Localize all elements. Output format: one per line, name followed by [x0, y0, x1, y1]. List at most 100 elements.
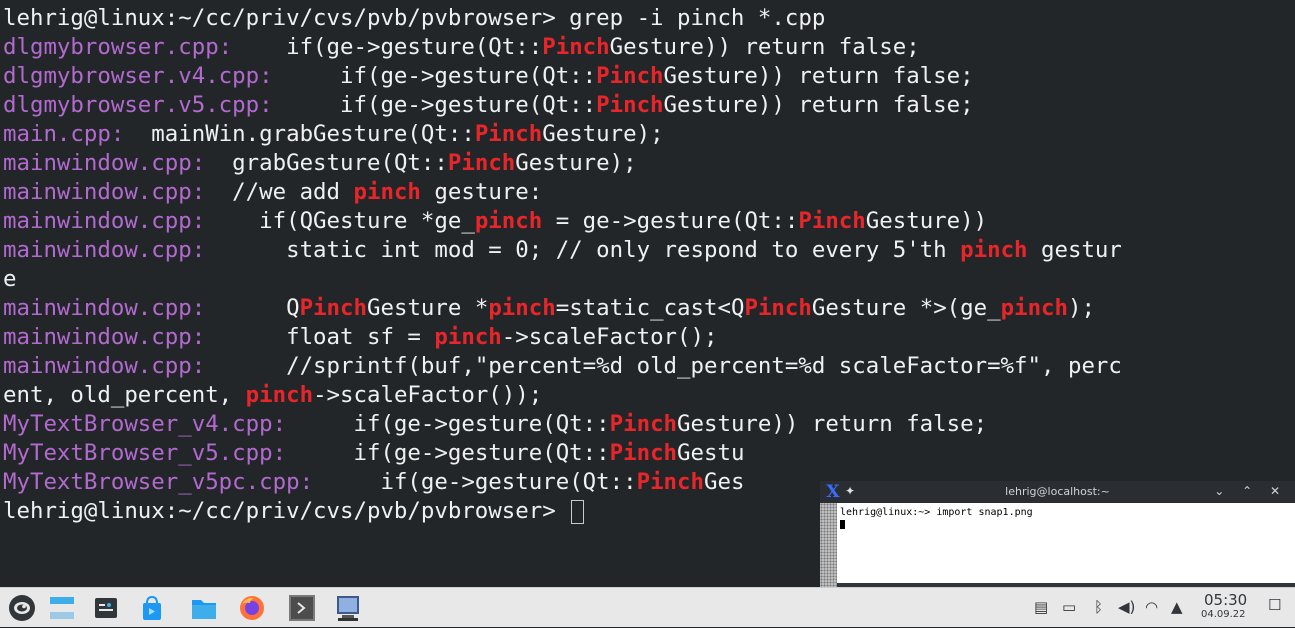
line-text: ); — [1068, 295, 1095, 321]
taskbar: ▤ ▭ ᛒ ◀) ◠ ▲ 05:30 04.09.22 ☐ — [0, 587, 1295, 627]
line-text: Ges — [704, 469, 745, 495]
terminal-line: ent, old_percent, pinch->scaleFactor()); — [3, 381, 1122, 410]
file-name: mainwindow.cpp: — [3, 237, 206, 263]
line-text: lehrig@linux:~/cc/priv/cvs/pvb/pvbrowser… — [3, 498, 570, 524]
terminal-line: mainwindow.cpp: //we add pinch gesture: — [3, 178, 1122, 207]
terminal-line: main.cpp: mainWin.grabGesture(Qt::PinchG… — [3, 120, 1122, 149]
clock-time[interactable]: 05:30 — [1204, 591, 1247, 609]
file-name: mainwindow.cpp: — [3, 208, 206, 234]
line-text: float sf = — [205, 324, 435, 350]
show-desktop-icon[interactable]: ☐ — [1268, 596, 1281, 614]
terminal-line: dlgmybrowser.v5.cpp: if(ge->gesture(Qt::… — [3, 91, 1122, 120]
line-text: Gesture); — [515, 150, 637, 176]
match-highlight: pinch — [960, 237, 1028, 263]
file-name: dlgmybrowser.v4.cpp: — [3, 63, 273, 89]
file-manager-icon[interactable] — [190, 594, 218, 622]
line-text: ent, old_percent, — [3, 382, 246, 408]
terminal-line: mainwindow.cpp: if(QGesture *ge_pinch = … — [3, 207, 1122, 236]
expand-tray-icon[interactable]: ▲ — [1171, 598, 1183, 616]
line-text: =static_cast<Q — [555, 295, 745, 321]
line-text: Gestu — [677, 440, 745, 466]
konsole-icon[interactable] — [288, 594, 316, 622]
match-highlight: pinch — [1000, 295, 1069, 321]
terminal-window-icon[interactable] — [334, 594, 362, 622]
match-highlight: pinch — [488, 295, 556, 321]
line-text: if(ge->gesture(Qt:: — [286, 440, 610, 466]
bluetooth-icon[interactable]: ᛒ — [1094, 598, 1103, 616]
match-highlight: Pinch — [299, 295, 367, 321]
match-highlight: Pinch — [609, 440, 678, 466]
terminal-line: mainwindow.cpp: grabGesture(Qt::PinchGes… — [3, 149, 1122, 178]
file-name: dlgmybrowser.cpp: — [3, 34, 233, 60]
line-text: //we add — [205, 179, 354, 205]
terminal-line: mainwindow.cpp: static int mod = 0; // o… — [3, 236, 1122, 265]
line-text: if(ge->gesture(Qt:: — [272, 63, 597, 89]
line-text: Q — [205, 295, 300, 321]
battery-icon[interactable]: ▭ — [1062, 598, 1076, 616]
xterm-body[interactable]: lehrig@linux:~> import snap1.png — [837, 503, 1295, 583]
xterm-command-line: lehrig@linux:~> import snap1.png — [840, 507, 1033, 518]
line-text: Gesture)) return false; — [609, 34, 920, 60]
desktop-pager-icon[interactable] — [48, 594, 76, 622]
file-name: mainwindow.cpp: — [3, 295, 206, 321]
line-text: mainWin.grabGesture(Qt:: — [124, 121, 475, 147]
terminal-line: mainwindow.cpp: QPinchGesture *pinch=sta… — [3, 294, 1122, 323]
match-highlight: Pinch — [596, 92, 664, 118]
line-text: Gesture)) return false; — [677, 411, 988, 437]
wifi-icon[interactable]: ◠ — [1145, 598, 1158, 616]
line-text: gesture: — [420, 179, 543, 205]
match-highlight: Pinch — [474, 121, 543, 147]
match-highlight: pinch — [245, 382, 314, 408]
volume-icon[interactable]: ◀) — [1118, 598, 1135, 616]
line-text: Gesture *>(ge_ — [811, 295, 1001, 321]
terminal-line: lehrig@linux:~/cc/priv/cvs/pvb/pvbrowser… — [3, 4, 1122, 33]
xterm-window[interactable]: X ✦ lehrig@localhost:~ ⌄ ⌃ ✕ lehrig@linu… — [820, 481, 1295, 587]
terminal-line: mainwindow.cpp: float sf = pinch->scaleF… — [3, 323, 1122, 352]
system-settings-icon[interactable] — [92, 594, 120, 622]
match-highlight: pinch — [474, 208, 543, 234]
match-highlight: Pinch — [636, 469, 704, 495]
xterm-scrollbar[interactable] — [820, 503, 837, 587]
match-highlight: Pinch — [596, 63, 664, 89]
match-highlight: Pinch — [542, 34, 610, 60]
system-tray: ▤ ▭ ᛒ ◀) ◠ ▲ 05:30 04.09.22 ☐ — [1010, 588, 1295, 628]
line-text: if(ge->gesture(Qt:: — [313, 469, 637, 495]
line-text: Gesture); — [542, 121, 664, 147]
match-highlight: Pinch — [744, 295, 812, 321]
firefox-icon[interactable] — [238, 594, 266, 622]
file-name: dlgmybrowser.v5.cpp: — [3, 92, 273, 118]
match-highlight: Pinch — [447, 150, 516, 176]
clipboard-icon[interactable]: ▤ — [1034, 598, 1048, 616]
file-name: mainwindow.cpp: — [3, 150, 206, 176]
clock-date[interactable]: 04.09.22 — [1201, 609, 1246, 620]
file-name: mainwindow.cpp: — [3, 353, 206, 379]
line-text: lehrig@linux:~/cc/priv/cvs/pvb/pvbrowser… — [3, 5, 826, 31]
line-text: ->scaleFactor()); — [313, 382, 543, 408]
opensuse-menu-icon[interactable] — [8, 594, 36, 622]
terminal-output: lehrig@linux:~/cc/priv/cvs/pvb/pvbrowser… — [3, 4, 1122, 526]
line-text: gestur — [1027, 237, 1122, 263]
terminal-line: MyTextBrowser_v4.cpp: if(ge->gesture(Qt:… — [3, 410, 1122, 439]
file-name: mainwindow.cpp: — [3, 179, 206, 205]
line-text: Gesture * — [367, 295, 489, 321]
terminal-line: e — [3, 265, 1122, 294]
xterm-titlebar[interactable]: X ✦ lehrig@localhost:~ ⌄ ⌃ ✕ — [820, 481, 1295, 503]
file-name: MyTextBrowser_v5.cpp: — [3, 440, 287, 466]
match-highlight: pinch — [434, 324, 502, 350]
match-highlight: pinch — [353, 179, 421, 205]
line-text: if(ge->gesture(Qt:: — [232, 34, 543, 60]
terminal-line: dlgmybrowser.v4.cpp: if(ge->gesture(Qt::… — [3, 62, 1122, 91]
window-control-buttons[interactable]: ⌄ ⌃ ✕ — [1214, 484, 1287, 498]
xterm-cursor — [840, 520, 845, 529]
line-text: Gesture)) return false; — [663, 63, 974, 89]
file-name: MyTextBrowser_v4.cpp: — [3, 411, 287, 437]
terminal-line: mainwindow.cpp: //sprintf(buf,"percent=%… — [3, 352, 1122, 381]
match-highlight: Pinch — [798, 208, 866, 234]
line-text: if(ge->gesture(Qt:: — [272, 92, 597, 118]
terminal-line: MyTextBrowser_v5.cpp: if(ge->gesture(Qt:… — [3, 439, 1122, 468]
line-text: Gesture)) return false; — [663, 92, 974, 118]
software-store-icon[interactable] — [138, 594, 166, 622]
terminal-cursor — [571, 500, 585, 524]
line-text: e — [3, 266, 17, 292]
line-text: grabGesture(Qt:: — [205, 150, 448, 176]
